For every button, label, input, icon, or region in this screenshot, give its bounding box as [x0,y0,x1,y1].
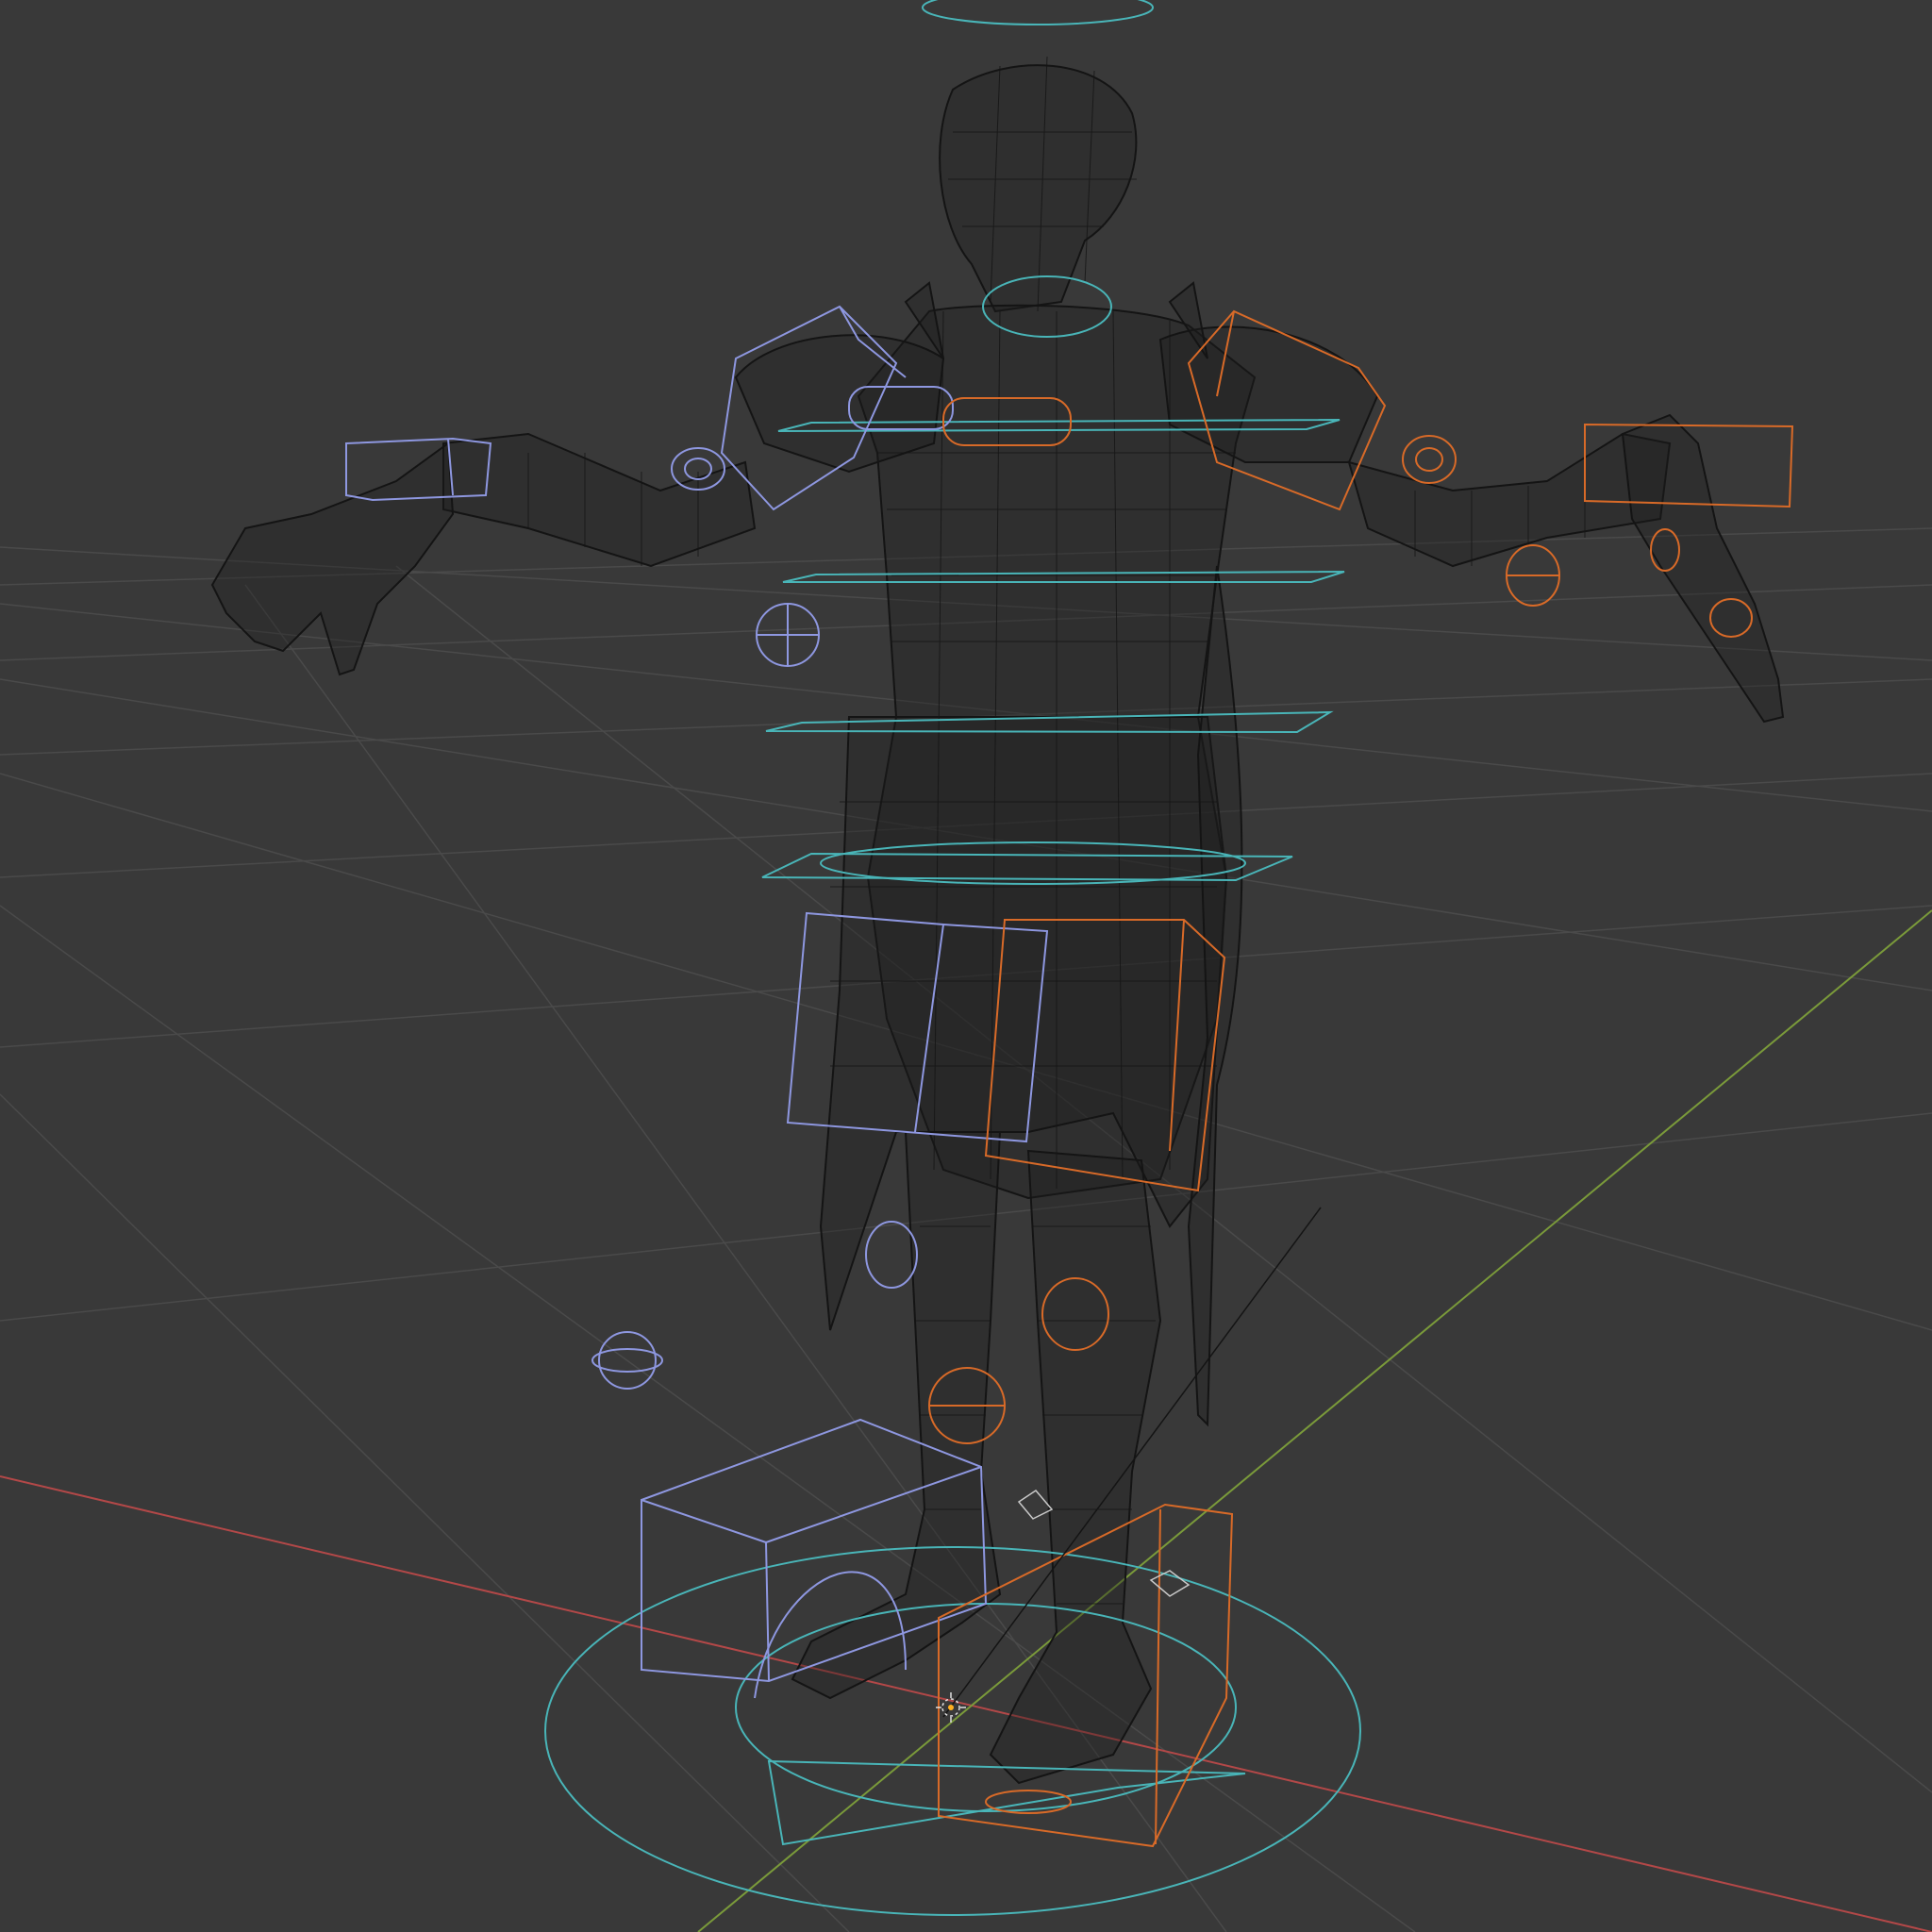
root-control-inner [735,1603,1237,1812]
3d-cursor-icon[interactable] [936,1692,966,1723]
mesh-left-hand [210,441,455,676]
head-top-control [922,0,1154,25]
mesh-right-leg [989,1149,1162,1785]
3d-viewport[interactable] [0,0,1932,1932]
mesh-head [939,64,1138,313]
mesh-left-shoulder [734,334,945,474]
right-elbow-control [1402,435,1457,484]
mesh-tabard [819,716,1228,1331]
left-knee-control [865,1221,918,1289]
mesh-right-hand [1621,413,1785,724]
character-mesh[interactable] [210,64,1785,1785]
left-foot-roll-widget [1017,1490,1054,1520]
viewport-canvas[interactable] [0,0,1932,1932]
mesh-right-arm [1347,432,1672,568]
